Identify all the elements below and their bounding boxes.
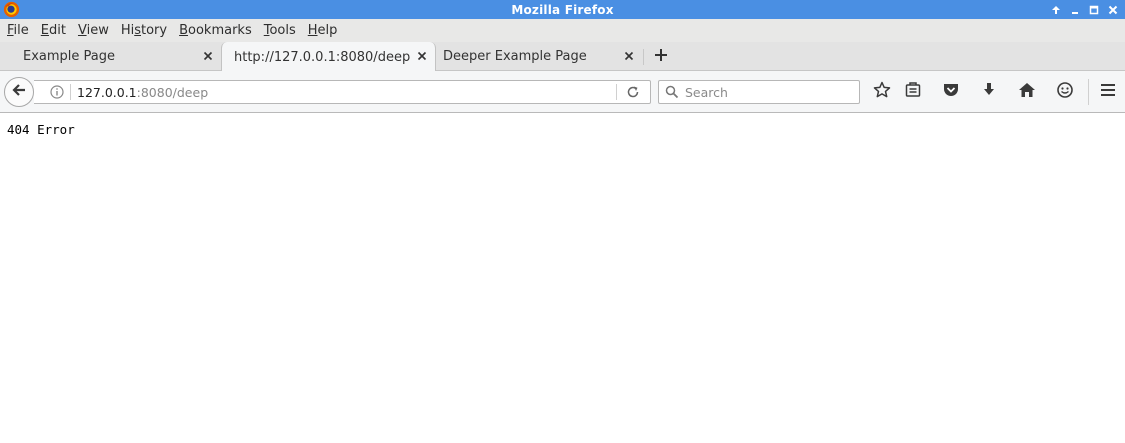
menu-view-label: iew — [86, 23, 109, 38]
open-menu-button[interactable] — [1097, 81, 1119, 103]
tab-example-page[interactable]: Example Page — [0, 42, 221, 71]
tab-close-icon[interactable] — [201, 49, 215, 63]
menu-tools-label: ools — [269, 23, 296, 38]
menu-bookmarks[interactable]: Bookmarks — [173, 19, 258, 42]
menu-bar: File Edit View History Bookmarks Tools H… — [0, 19, 1125, 42]
tab-label: Deeper Example Page — [443, 49, 587, 64]
site-info-icon[interactable] — [49, 84, 65, 100]
reading-list-button[interactable] — [902, 81, 924, 103]
tab-active-deep[interactable]: http://127.0.0.1:8080/deep — [221, 42, 436, 72]
window-title: Mozilla Firefox — [511, 2, 614, 17]
feedback-button[interactable] — [1054, 81, 1076, 103]
reading-list-icon — [904, 81, 922, 103]
window-close-icon[interactable] — [1105, 2, 1121, 18]
menu-view-mnemonic: V — [77, 23, 87, 38]
menu-help[interactable]: Help — [302, 19, 344, 42]
back-arrow-icon — [11, 82, 27, 102]
window-titlebar: Mozilla Firefox — [0, 0, 1125, 19]
menu-bookmarks-label: ookmarks — [188, 23, 252, 38]
url-divider — [70, 84, 71, 100]
plus-icon — [654, 48, 668, 66]
back-button[interactable] — [4, 77, 34, 107]
page-content: 404 Error — [0, 113, 1125, 443]
url-host: 127.0.0.1 — [77, 84, 137, 100]
url-path: :8080/deep — [136, 84, 209, 100]
search-input[interactable] — [683, 83, 853, 101]
window-maximize-icon[interactable] — [1086, 2, 1102, 18]
window-minimize-icon[interactable] — [1067, 2, 1083, 18]
tab-close-icon[interactable] — [622, 49, 636, 63]
download-icon — [980, 81, 998, 103]
smiley-icon — [1056, 81, 1074, 103]
search-icon — [664, 84, 680, 100]
pocket-button[interactable] — [940, 81, 962, 103]
menu-file-label: ile — [13, 23, 29, 38]
tab-deeper-example-page[interactable]: Deeper Example Page — [436, 42, 642, 71]
tab-separator — [643, 49, 644, 65]
hamburger-menu-icon — [1099, 81, 1117, 103]
home-button[interactable] — [1016, 81, 1038, 103]
bookmark-star-button[interactable] — [871, 81, 893, 103]
page-body-text: 404 Error — [7, 122, 75, 137]
pocket-icon — [942, 81, 960, 103]
new-tab-button[interactable] — [650, 47, 672, 67]
tab-close-icon[interactable] — [415, 49, 429, 63]
menu-view[interactable]: View — [72, 19, 115, 42]
menu-history-mnemonic: s — [134, 23, 141, 38]
search-bar[interactable] — [658, 80, 860, 104]
menu-edit[interactable]: Edit — [35, 19, 72, 42]
menu-history-prefix: Hi — [120, 23, 135, 38]
downloads-button[interactable] — [978, 81, 1000, 103]
url-text[interactable]: 127.0.0.1:8080/deep — [77, 85, 208, 100]
tab-label: Example Page — [23, 49, 116, 64]
window-up-icon[interactable] — [1048, 2, 1064, 18]
menu-file[interactable]: File — [1, 19, 35, 42]
menu-history-label: tory — [141, 23, 168, 38]
menu-bookmarks-mnemonic: B — [179, 23, 189, 38]
menu-history[interactable]: History — [115, 19, 173, 42]
menu-edit-mnemonic: E — [40, 23, 49, 38]
url-bar[interactable]: 127.0.0.1:8080/deep — [34, 80, 651, 104]
navigation-toolbar: 127.0.0.1:8080/deep — [0, 71, 1125, 113]
menu-help-mnemonic: H — [307, 23, 318, 38]
toolbar-divider — [1088, 79, 1089, 105]
star-icon — [873, 81, 891, 103]
reload-divider — [616, 84, 617, 100]
reload-icon[interactable] — [624, 84, 642, 100]
firefox-logo-icon — [3, 1, 20, 18]
tab-label: http://127.0.0.1:8080/deep — [234, 49, 411, 65]
menu-edit-label: dit — [49, 23, 66, 38]
window-controls — [1048, 0, 1121, 19]
menu-help-label: elp — [317, 23, 338, 38]
tab-strip: Example Page http://127.0.0.1:8080/deep … — [0, 42, 1125, 72]
menu-tools[interactable]: Tools — [258, 19, 302, 42]
home-icon — [1018, 81, 1036, 103]
